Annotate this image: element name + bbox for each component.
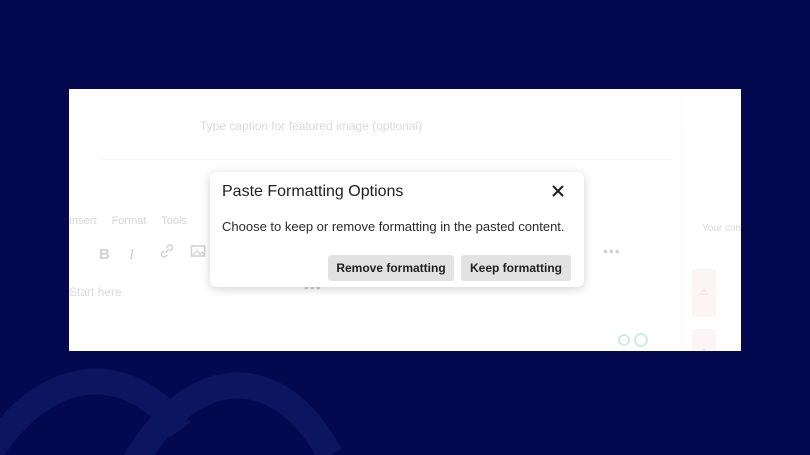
menu-tools[interactable]: Tools	[161, 215, 187, 227]
side-panel: Your con ⚠ ⚠	[681, 89, 741, 351]
paste-formatting-dialog: Paste Formatting Options Choose to keep …	[210, 172, 584, 287]
dialog-message: Choose to keep or remove formatting in t…	[222, 219, 565, 234]
warning-icon[interactable]: ⚠	[692, 269, 716, 317]
dialog-title: Paste Formatting Options	[222, 183, 404, 200]
divider	[99, 159, 671, 160]
status-icons	[618, 333, 648, 347]
body-placeholder[interactable]: Start here	[69, 285, 122, 299]
italic-icon[interactable]: I	[129, 247, 155, 264]
remove-formatting-button[interactable]: Remove formatting	[328, 255, 454, 281]
menu-format[interactable]: Format	[112, 215, 147, 227]
keep-formatting-button[interactable]: Keep formatting	[461, 255, 571, 281]
more-options-icon[interactable]: •••	[603, 243, 621, 259]
bold-icon[interactable]: B	[99, 246, 125, 263]
close-button[interactable]	[548, 181, 568, 201]
editor-toolbar: B I	[99, 243, 216, 264]
link-icon[interactable]	[159, 243, 185, 263]
warning-icon[interactable]: ⚠	[692, 329, 716, 351]
menu-insert[interactable]: Insert	[69, 215, 97, 227]
close-icon[interactable]	[552, 185, 564, 197]
editor-menubar: Insert Format Tools	[69, 215, 199, 227]
caption-placeholder[interactable]: Type caption for featured image (optiona…	[200, 119, 422, 133]
side-panel-label: Your con	[702, 223, 741, 234]
